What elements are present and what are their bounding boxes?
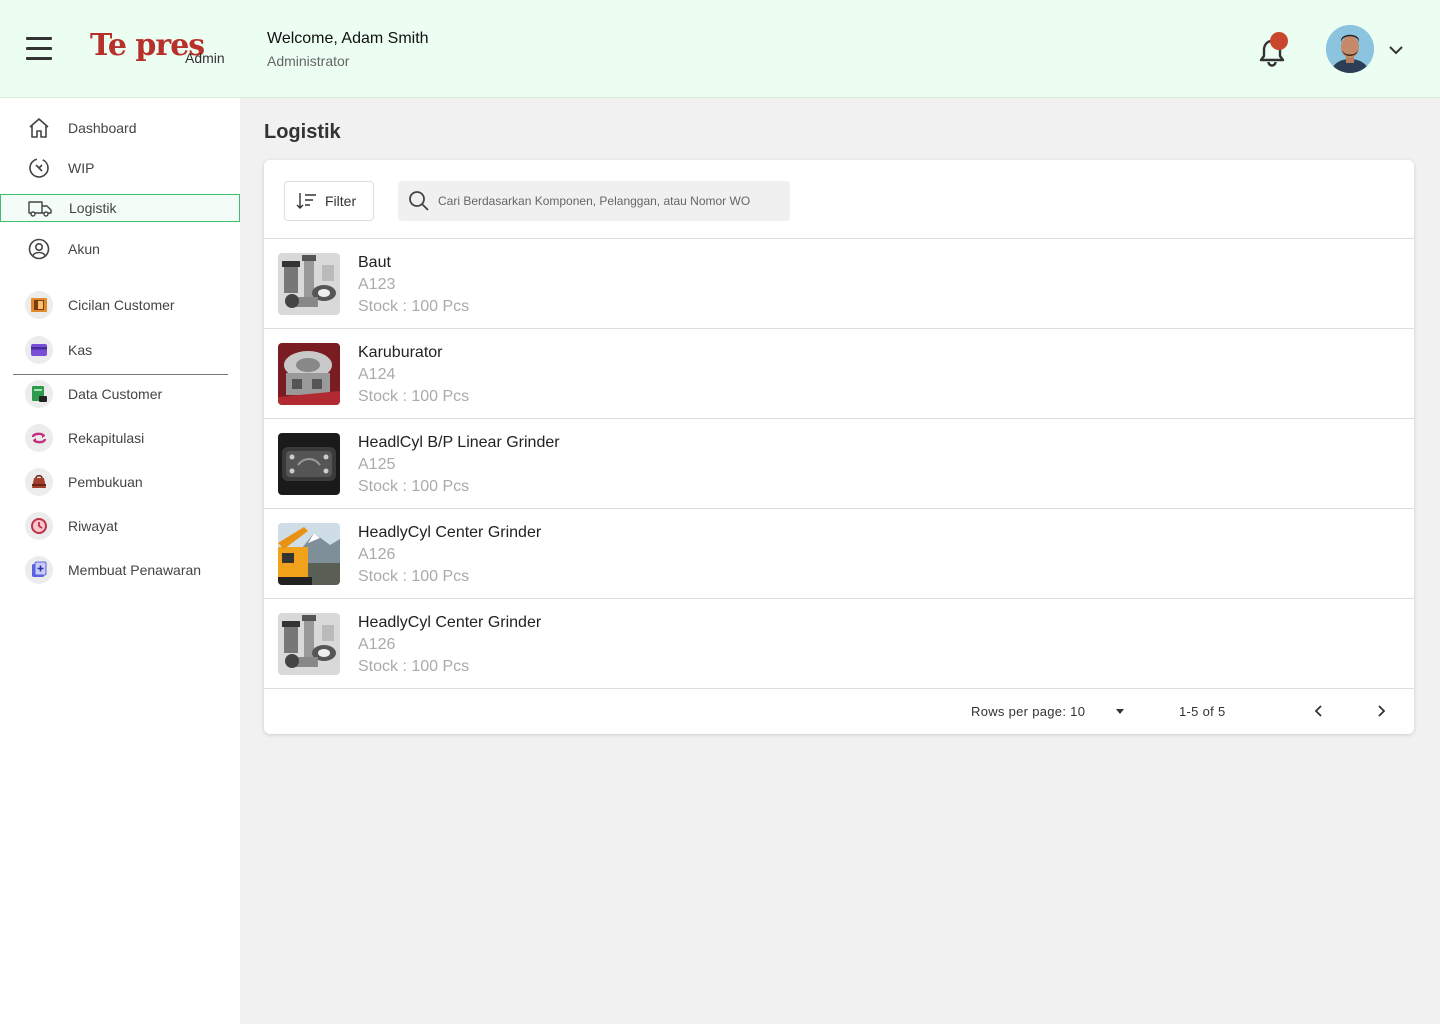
item-code: A125 [358, 456, 396, 473]
sidebar-item-cicilan-customer[interactable]: Cicilan Customer [0, 285, 240, 325]
item-stock: Stock : 100 Pcs [358, 568, 470, 585]
caret-down-icon[interactable] [1113, 704, 1127, 718]
installment-icon [25, 291, 53, 319]
item-thumbnail [278, 343, 340, 405]
history-icon [25, 512, 53, 540]
search-icon [409, 191, 429, 211]
sidebar: Dashboard WIP Logistik Akun Cicilan Cust… [0, 98, 240, 1024]
rows-per-page-label: Rows per page: 10 [971, 704, 1086, 719]
item-code: A123 [358, 276, 396, 293]
list-item[interactable]: HeadlyCyl Center Grinder A126 Stock : 10… [264, 508, 1414, 598]
bookkeeping-icon [25, 468, 53, 496]
home-icon [27, 116, 51, 140]
item-code: A126 [358, 546, 396, 563]
item-name: HeadlyCyl Center Grinder [358, 524, 542, 541]
sidebar-item-label: Kas [68, 342, 93, 358]
list-item[interactable]: HeadlCyl B/P Linear Grinder A125 Stock :… [264, 418, 1414, 508]
top-bar: Te pres Admin Welcome, Adam Smith Admini… [0, 0, 1440, 98]
wip-icon [27, 156, 51, 180]
item-stock: Stock : 100 Pcs [358, 388, 470, 405]
item-thumbnail [278, 613, 340, 675]
item-thumbnail [278, 523, 340, 585]
chevron-right-icon[interactable] [1372, 702, 1390, 720]
logo-sub: Admin [185, 50, 225, 66]
pagination-range: 1-5 of 5 [1179, 704, 1226, 719]
sidebar-item-membuat-penawaran[interactable]: Membuat Penawaran [0, 550, 240, 590]
sidebar-item-riwayat[interactable]: Riwayat [0, 506, 240, 546]
sidebar-item-pembukuan[interactable]: Pembukuan [0, 462, 240, 502]
sidebar-item-akun[interactable]: Akun [0, 235, 240, 263]
item-name: HeadlCyl B/P Linear Grinder [358, 434, 560, 451]
sidebar-item-label: Pembukuan [68, 474, 143, 490]
sidebar-item-dashboard[interactable]: Dashboard [0, 114, 240, 142]
item-stock: Stock : 100 Pcs [358, 478, 470, 495]
customer-data-icon [25, 380, 53, 408]
sidebar-item-label: Akun [68, 241, 100, 257]
item-stock: Stock : 100 Pcs [358, 298, 470, 315]
menu-icon[interactable] [26, 37, 52, 61]
create-offer-icon [25, 556, 53, 584]
item-thumbnail [278, 253, 340, 315]
list-item[interactable]: HeadlyCyl Center Grinder A126 Stock : 10… [264, 598, 1414, 688]
sort-icon [296, 193, 316, 209]
recap-icon [25, 424, 53, 452]
list-item[interactable]: Baut A123 Stock : 100 Pcs [264, 238, 1414, 328]
sidebar-item-kas[interactable]: Kas [0, 330, 240, 370]
table-footer-divider [264, 688, 1414, 689]
search-input[interactable] [438, 194, 778, 208]
sidebar-item-logistik[interactable]: Logistik [0, 194, 240, 222]
filter-button[interactable]: Filter [284, 181, 374, 221]
sidebar-item-label: Data Customer [68, 386, 163, 402]
truck-icon [28, 196, 52, 220]
account-icon [27, 237, 51, 261]
sidebar-item-label: WIP [68, 160, 95, 176]
item-code: A126 [358, 636, 396, 653]
sidebar-item-wip[interactable]: WIP [0, 154, 240, 182]
notification-dot [1270, 32, 1288, 50]
page-title: Logistik [264, 121, 341, 143]
sidebar-item-label: Dashboard [68, 120, 137, 136]
item-code: A124 [358, 366, 396, 383]
sidebar-item-rekapitulasi[interactable]: Rekapitulasi [0, 418, 240, 458]
filter-label: Filter [325, 193, 357, 209]
list-item[interactable]: Karuburator A124 Stock : 100 Pcs [264, 328, 1414, 418]
item-stock: Stock : 100 Pcs [358, 658, 470, 675]
sidebar-item-data-customer[interactable]: Data Customer [0, 374, 240, 414]
avatar[interactable] [1326, 25, 1374, 73]
user-role: Administrator [267, 53, 350, 69]
sidebar-item-label: Cicilan Customer [68, 297, 175, 313]
welcome-block: Welcome, Adam Smith Administrator [267, 30, 429, 69]
sidebar-item-label: Logistik [69, 200, 117, 216]
item-name: HeadlyCyl Center Grinder [358, 614, 542, 631]
item-name: Baut [358, 254, 391, 271]
sidebar-item-label: Riwayat [68, 518, 118, 534]
wallet-icon [25, 336, 53, 364]
logo: Te pres Admin [90, 26, 230, 70]
item-thumbnail [278, 433, 340, 495]
sidebar-item-label: Membuat Penawaran [68, 562, 202, 578]
search-bar [398, 181, 790, 221]
chevron-left-icon[interactable] [1310, 702, 1328, 720]
welcome-text: Welcome, Adam Smith [267, 30, 429, 47]
chevron-down-icon[interactable] [1388, 42, 1404, 58]
item-name: Karuburator [358, 344, 443, 361]
logistics-card: Filter Baut A123 Stock : 100 Pcs [264, 160, 1414, 734]
sidebar-item-label: Rekapitulasi [68, 430, 145, 446]
